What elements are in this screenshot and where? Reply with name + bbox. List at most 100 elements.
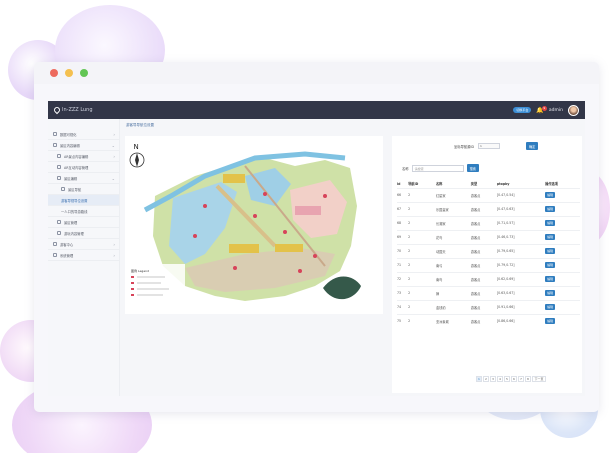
table-cell: 游客点 [470,215,497,230]
bell-icon[interactable]: 🔔 9 [536,105,547,114]
admin-app: In-ZZZ Lung 切换平台 🔔 9 admin 数据可视化 › 景区内容编辑 ⌄… [48,101,585,396]
confirm-button[interactable]: 确定 [526,142,539,150]
table-cell: [0.71,0.57] [496,215,546,230]
column-header[interactable]: ptopby [497,180,545,188]
column-header[interactable]: 导航ID [408,180,436,188]
table-header-row: id 导航ID 名称 类型 ptopby 操作选项 [397,180,580,188]
table-cell: 游客点 [470,187,497,202]
filter-input[interactable]: 1 [478,143,500,149]
sidebar-item[interactable]: 一人口的导游路线 [48,206,119,217]
app-logo[interactable]: In-ZZZ Lung [52,105,93,115]
table-cell: [0.47,0.54] [496,187,546,202]
edit-button[interactable]: 编辑 [545,304,556,310]
edit-button[interactable]: 编辑 [545,192,556,198]
table-cell: 狮 [435,285,471,300]
table-cell: [0.79,0.72] [496,257,546,272]
next-page-button[interactable]: 下一页 [532,376,546,382]
breadcrumb: 游客导导航位设置 [126,123,154,127]
top-navbar: In-ZZZ Lung 切换平台 🔔 9 admin [48,101,585,119]
maximize-dot[interactable] [80,69,88,77]
map-icon [57,176,61,180]
username[interactable]: admin [549,108,563,113]
action-cell: 编辑 [545,313,580,328]
page-button[interactable]: 5 [504,376,510,382]
search-button[interactable]: 搜索 [466,164,479,172]
page-button[interactable]: 3 [490,376,496,382]
chevron-right-icon: › [113,241,115,247]
sidebar-item[interactable]: 景区内容编辑 ⌄ [48,140,119,151]
sidebar-item[interactable]: 系统管理 › [48,250,119,261]
page-button[interactable]: 8 [525,376,531,382]
edit-button[interactable]: 编辑 [545,276,556,282]
navigation-icon [61,187,65,191]
table-cell: 72 [397,271,409,286]
pagination: 1 2 3 4 5 6 7 8 下一页 [476,376,546,382]
table-row: 69 2 花鸟 游客点 [0.46,0.73] 编辑 [397,229,580,244]
sidebar-item[interactable]: AR互动内容管理 [48,162,119,173]
page-button[interactable]: 6 [511,376,517,382]
sidebar-item[interactable]: 游客中心 › [48,239,119,250]
avatar[interactable] [568,104,579,116]
table-cell: 66 [397,187,409,202]
table-cell: 70 [397,243,409,258]
chevron-down-icon: ⌄ [111,142,115,148]
table-cell: 南弓 [435,257,471,272]
table-cell: 南鸟 [435,271,471,286]
sidebar-nav: 数据可视化 › 景区内容编辑 ⌄ AR景点内容编辑 › AR互动内容管理 景区编辑 ⌄ … [48,119,120,396]
compass-label: N [134,143,139,151]
edit-button[interactable]: 编辑 [545,290,556,296]
ar-icon [57,154,61,158]
chevron-right-icon: › [113,252,115,258]
action-cell: 编辑 [545,229,580,244]
column-header[interactable]: id [397,180,408,188]
chevron-down-icon: ⌄ [111,175,115,181]
sidebar-item[interactable]: 景区导航 [48,184,119,195]
search-input[interactable]: 请搜索 [411,164,464,172]
close-dot[interactable] [50,69,58,77]
edit-button[interactable]: 编辑 [545,262,556,268]
scenic-map-panel[interactable]: N 图例 Legend [125,136,383,314]
column-header[interactable]: 名称 [436,180,471,188]
sidebar-item-active[interactable]: 游客导视导位设置 [48,195,119,206]
page-button[interactable]: 7 [518,376,524,382]
edit-icon [53,143,57,147]
table-cell: 75 [397,313,409,328]
search-label: 名称 [402,166,409,171]
minimize-dot[interactable] [65,69,73,77]
chart-icon [53,132,57,136]
table-cell: 游客点 [470,257,497,272]
window-titlebar [34,62,599,84]
edit-button[interactable]: 编辑 [545,318,556,325]
action-cell: 编辑 [545,215,580,230]
page-button[interactable]: 1 [476,376,482,382]
table-cell: [0.86,0.66] [496,313,546,328]
action-cell: 编辑 [545,271,580,286]
column-header[interactable]: 操作选项 [545,180,580,188]
table-cell: 69 [397,229,409,244]
edit-button[interactable]: 编辑 [545,248,556,254]
scenic-map[interactable]: N 图例 Legend [125,136,383,314]
table-cell: [0.46,0.73] [496,229,546,244]
table-row: 70 2 动园天 游客点 [0.79,0.65] 编辑 [397,243,580,258]
sidebar-item[interactable]: 景区管理 [48,217,119,228]
edit-button[interactable]: 编辑 [545,220,556,226]
table-cell: 73 [397,285,409,300]
action-cell: 编辑 [545,257,580,272]
table-cell: 游客点 [470,299,497,314]
action-cell: 编辑 [545,201,580,216]
column-header[interactable]: 类型 [471,180,497,188]
browser-window: In-ZZZ Lung 切换平台 🔔 9 admin 数据可视化 › 景区内容编辑 ⌄… [34,62,599,412]
edit-button[interactable]: 编辑 [545,206,556,212]
page-button[interactable]: 4 [497,376,503,382]
page-button[interactable]: 2 [483,376,489,382]
edit-button[interactable]: 编辑 [545,234,556,240]
sidebar-item[interactable]: AR景点内容编辑 › [48,151,119,162]
table-row: 67 2 乐园皇家 游客点 [0.47,0.63] 编辑 [397,201,580,216]
table-row: 72 2 南鸟 游客点 [0.62,0.69] 编辑 [397,271,580,286]
sidebar-item[interactable]: 景区编辑 ⌄ [48,173,119,184]
sidebar-item[interactable]: 数据可视化 › [48,129,119,140]
poi-table-panel: 坐标导航源ID 1 确定 名称 请搜索 搜索 id 导航ID 名称 类型 pto… [392,136,582,393]
table-cell: [0.62,0.69] [496,271,546,286]
sidebar-item[interactable]: 游玩内容管理 [48,228,119,239]
platform-badge[interactable]: 切换平台 [513,107,532,113]
